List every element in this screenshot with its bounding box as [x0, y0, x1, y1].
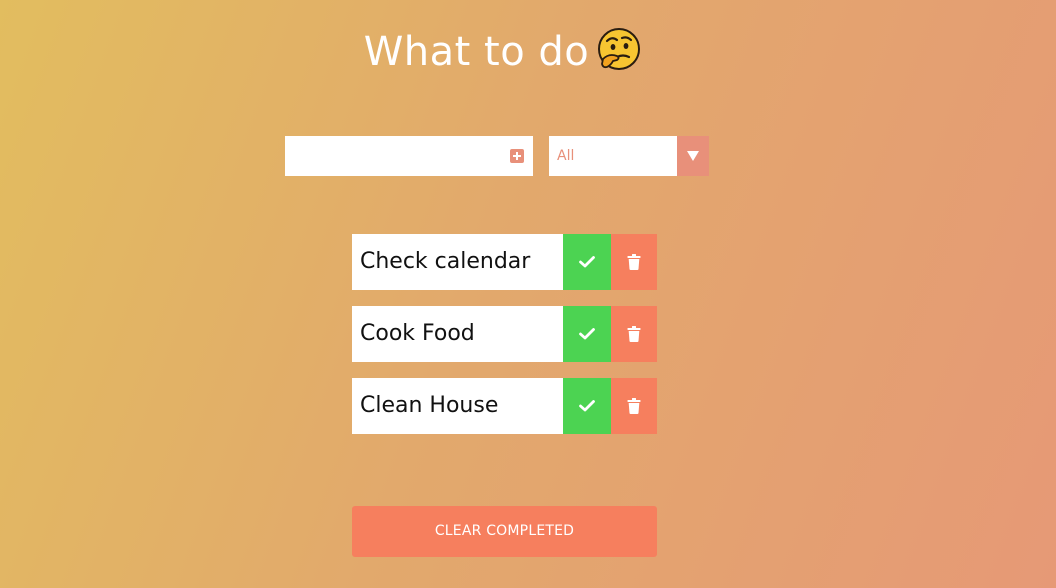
delete-button[interactable] — [611, 378, 657, 434]
chevron-down-icon[interactable] — [677, 136, 709, 176]
complete-button[interactable] — [563, 378, 611, 434]
plus-square-icon[interactable] — [510, 149, 524, 163]
check-icon — [579, 400, 595, 412]
trash-icon — [627, 398, 641, 414]
todo-item: Check calendar — [352, 234, 657, 290]
check-icon — [579, 328, 595, 340]
page-title: What to do — [363, 29, 590, 75]
todo-text: Cook Food — [360, 321, 475, 346]
filter-selected-value: All — [557, 148, 575, 164]
filter-select[interactable]: All — [549, 136, 709, 176]
trash-icon — [627, 326, 641, 342]
todo-text: Clean House — [360, 393, 499, 418]
page-header: What to do — [0, 22, 1005, 82]
complete-button[interactable] — [563, 306, 611, 362]
clear-completed-button[interactable]: CLEAR COMPLETED — [352, 506, 657, 557]
todo-input[interactable] — [285, 136, 505, 176]
todo-item: Cook Food — [352, 306, 657, 362]
complete-button[interactable] — [563, 234, 611, 290]
thinking-face-icon — [597, 27, 641, 71]
delete-button[interactable] — [611, 234, 657, 290]
trash-icon — [627, 254, 641, 270]
todo-text: Check calendar — [360, 249, 531, 274]
todo-item: Clean House — [352, 378, 657, 434]
add-todo-form — [285, 136, 533, 176]
todo-list: Check calendar Cook Food Clean House — [352, 234, 657, 450]
check-icon — [579, 256, 595, 268]
delete-button[interactable] — [611, 306, 657, 362]
